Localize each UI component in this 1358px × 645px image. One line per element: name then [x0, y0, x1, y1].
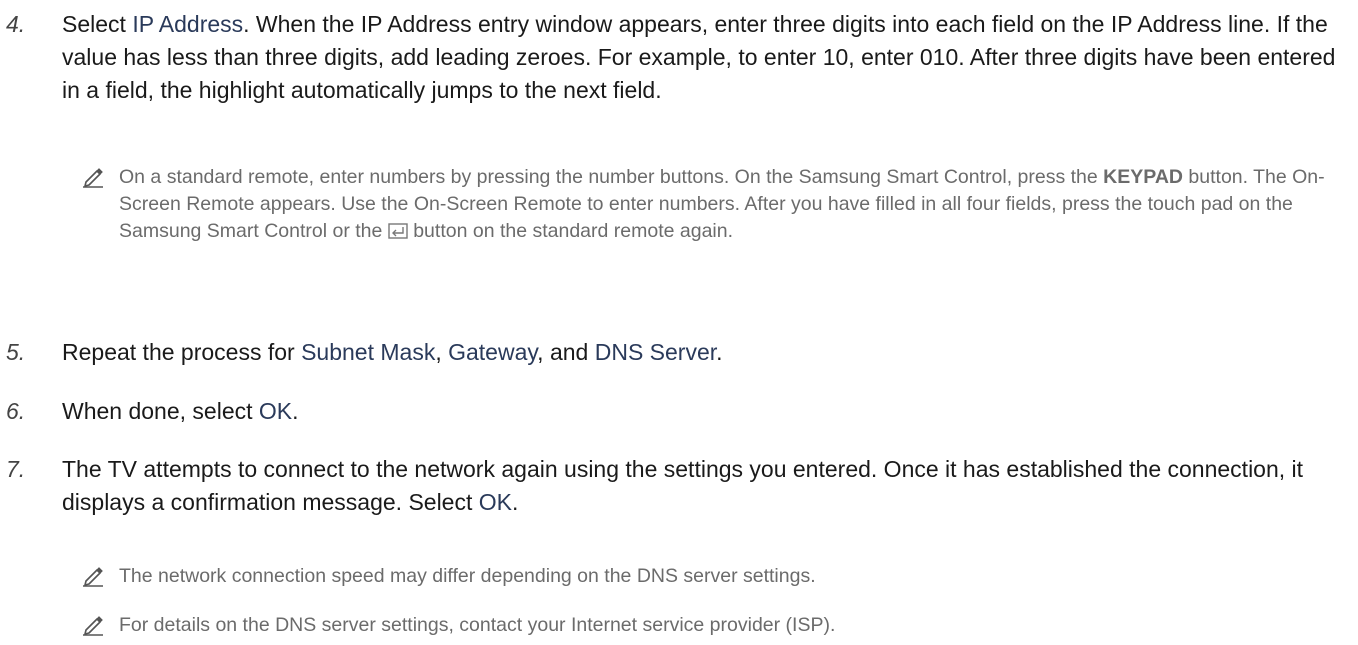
text-run: , and	[537, 339, 595, 365]
menu-term: Subnet Mask	[301, 339, 436, 365]
step-text: Repeat the process for Subnet Mask, Gate…	[62, 336, 1347, 369]
text-run: Select	[62, 11, 133, 37]
text-run: .	[292, 398, 299, 424]
text-run: button on the standard remote again.	[407, 220, 734, 242]
menu-term: DNS Server	[594, 339, 717, 365]
text-run: .	[716, 339, 723, 365]
step-number: 6.	[6, 398, 26, 424]
note-text: On a standard remote, enter numbers by p…	[119, 164, 1349, 245]
pencil-note-icon	[82, 614, 104, 636]
enter-button-icon	[388, 220, 408, 239]
menu-term: OK	[478, 489, 512, 515]
text-run: .	[512, 489, 519, 515]
text-run: For details on the DNS server settings, …	[119, 614, 836, 636]
step-number: 5.	[6, 339, 26, 365]
step-text: The TV attempts to connect to the networ…	[62, 453, 1347, 519]
note-text: The network connection speed may differ …	[119, 563, 1349, 590]
text-run: The network connection speed may differ …	[119, 565, 816, 587]
menu-term: IP Address	[132, 11, 244, 37]
text-run: ,	[435, 339, 449, 365]
text-run: When done, select	[62, 398, 259, 424]
text-run: Repeat the process for	[62, 339, 302, 365]
pencil-note-icon	[82, 565, 104, 587]
step-text: Select IP Address. When the IP Address e…	[62, 8, 1347, 107]
note-text: For details on the DNS server settings, …	[119, 612, 1349, 639]
menu-term: OK	[258, 398, 293, 424]
pencil-note-icon	[82, 166, 104, 188]
menu-term: Gateway	[448, 339, 538, 365]
text-run: The TV attempts to connect to the networ…	[62, 456, 1304, 515]
button-term: KEYPAD	[1103, 166, 1183, 188]
step-text: When done, select OK.	[62, 395, 1347, 428]
step-number: 7.	[6, 456, 26, 482]
step-number: 4.	[6, 11, 26, 37]
text-run: . When the IP Address entry window appea…	[62, 11, 1336, 103]
text-run: On a standard remote, enter numbers by p…	[119, 166, 1104, 188]
